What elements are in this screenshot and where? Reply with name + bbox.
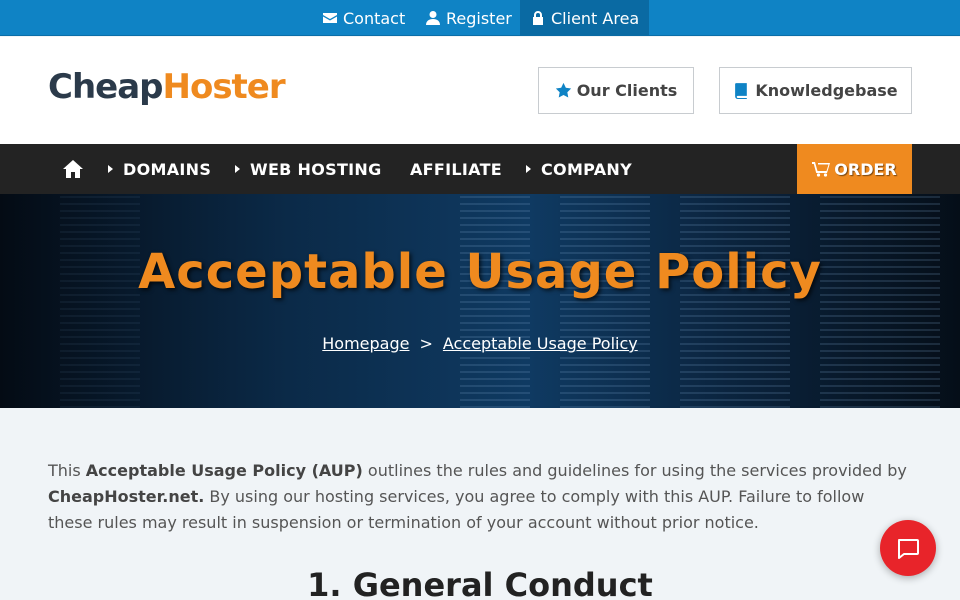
contact-link[interactable]: Contact [322,0,405,36]
breadcrumb-home-link[interactable]: Homepage [322,334,409,353]
logo-part-cheap: Cheap [48,67,163,107]
client-area-label: Client Area [551,8,640,28]
server-rack-decoration [680,194,790,408]
caret-right-icon [108,165,113,173]
nav-affiliate-label: AFFILIATE [410,159,503,179]
nav-home[interactable] [63,144,83,194]
site-header: CheapHoster Our Clients Knowledgebase [0,37,960,144]
intro-text-2: outlines the rules and guidelines for us… [362,461,907,480]
caret-right-icon [235,165,240,173]
top-bar: Contact Register Client Area [0,0,960,36]
envelope-icon [323,13,337,23]
order-label: ORDER [834,159,897,179]
server-rack-decoration [460,194,530,408]
chat-button[interactable] [880,520,936,576]
server-rack-decoration [60,194,140,408]
breadcrumb-separator: > [419,334,433,353]
server-rack-decoration [560,194,650,408]
nav-item-domains[interactable]: DOMAINS [108,144,211,194]
order-button[interactable]: ORDER [797,144,912,194]
breadcrumb-current-link[interactable]: Acceptable Usage Policy [443,334,638,353]
home-icon [63,160,83,178]
page-hero: Acceptable Usage Policy Homepage > Accepta… [0,194,960,408]
chat-bubble-icon [898,539,919,559]
nav-domains-label: DOMAINS [123,159,212,179]
breadcrumb: Homepage > Acceptable Usage Policy [0,334,960,353]
intro-bold-aup: Acceptable Usage Policy (AUP) [85,461,363,480]
client-area-link[interactable]: Client Area [520,0,650,36]
register-link[interactable]: Register [425,0,512,36]
lock-icon [533,11,543,25]
section-heading-general-conduct: 1. General Conduct [307,566,653,600]
register-label: Register [446,8,512,28]
cart-icon [812,162,831,177]
logo[interactable]: CheapHoster [48,67,286,107]
book-icon [735,83,748,99]
nav-item-affiliate[interactable]: AFFILIATE [410,144,502,194]
nav-company-label: COMPANY [541,159,632,179]
knowledgebase-label: Knowledgebase [755,81,898,100]
user-icon [426,11,440,25]
contact-label: Contact [343,8,406,28]
main-nav: DOMAINS WEB HOSTING AFFILIATE COMPANY OR… [0,144,960,194]
knowledgebase-button[interactable]: Knowledgebase [719,67,912,114]
intro-bold-site: CheapHoster.net. [48,487,205,506]
intro-text-1: This [48,461,86,480]
nav-web-hosting-label: WEB HOSTING [250,159,382,179]
our-clients-button[interactable]: Our Clients [538,67,694,114]
our-clients-label: Our Clients [576,81,678,100]
intro-paragraph: This Acceptable Usage Policy (AUP) outli… [48,458,912,536]
logo-part-hoster: Hoster [162,67,286,107]
nav-item-web-hosting[interactable]: WEB HOSTING [235,144,382,194]
server-rack-decoration [820,194,940,408]
page-title: Acceptable Usage Policy [138,244,822,300]
star-icon [555,82,571,98]
caret-right-icon [526,165,531,173]
nav-item-company[interactable]: COMPANY [526,144,632,194]
